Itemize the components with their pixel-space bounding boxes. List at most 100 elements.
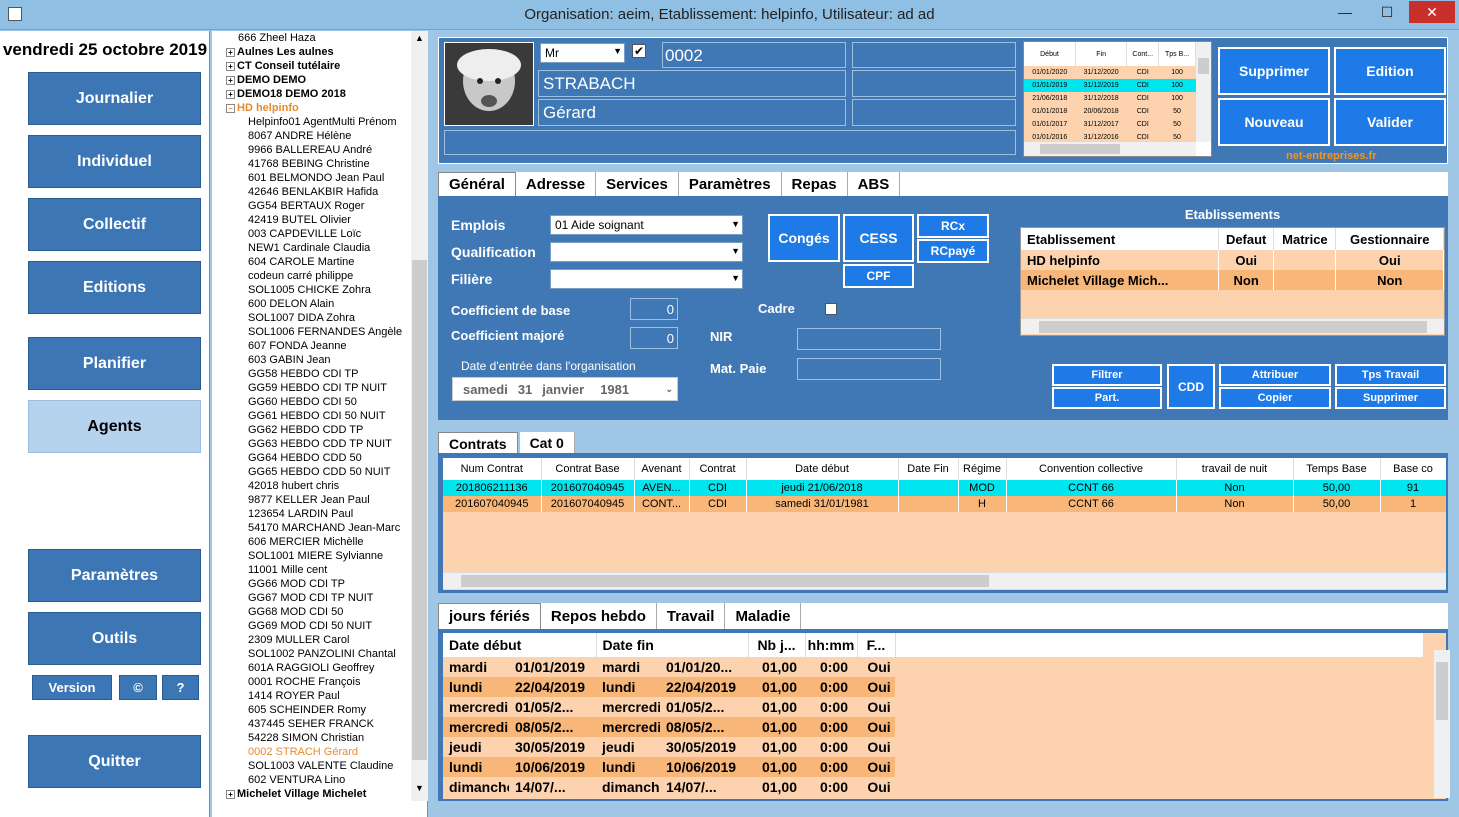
tree-item[interactable]: GG68 MOD CDI 50: [248, 605, 343, 619]
net-entreprises-link[interactable]: net-entreprises.fr: [1286, 150, 1376, 162]
tree-item[interactable]: 11001 Mille cent: [248, 563, 327, 577]
expand-icon[interactable]: +: [226, 89, 235, 99]
tree-item[interactable]: GG62 HEBDO CDD TP: [248, 423, 363, 437]
contracts-hscroll[interactable]: [443, 572, 1446, 589]
tree-item[interactable]: Helpinfo01 AgentMulti Prénom: [248, 115, 397, 129]
attribuer-button[interactable]: Attribuer: [1219, 364, 1331, 386]
tree-item[interactable]: 602 VENTURA Lino: [248, 773, 345, 787]
tree-item[interactable]: 123654 LARDIN Paul: [248, 507, 353, 521]
etab-row[interactable]: HD helpinfo Oui Oui: [1021, 250, 1444, 270]
tree-item[interactable]: SOL1006 FERNANDES Angèle: [248, 325, 402, 339]
help-button[interactable]: ?: [162, 675, 199, 700]
expand-icon[interactable]: +: [226, 47, 235, 57]
expand-icon[interactable]: +: [226, 75, 235, 85]
etab-row[interactable]: Michelet Village Mich... Non Non: [1021, 270, 1444, 290]
tree-item[interactable]: GG69 MOD CDI 50 NUIT: [248, 619, 372, 633]
etab-hscroll[interactable]: [1021, 318, 1444, 334]
holidays-vscroll[interactable]: [1434, 650, 1450, 798]
etab-supprimer-button[interactable]: Supprimer: [1335, 387, 1446, 409]
copier-button[interactable]: Copier: [1219, 387, 1331, 409]
expand-icon[interactable]: +: [226, 789, 235, 799]
header-field-1[interactable]: [852, 42, 1016, 68]
tree-item[interactable]: NEW1 Cardinale Claudia: [248, 241, 370, 255]
minimize-button[interactable]: —: [1325, 1, 1365, 23]
contract-row[interactable]: 201607040945 201607040945 CONT... CDI samedi…: [443, 496, 1446, 512]
tree-item[interactable]: GG66 MOD CDI TP: [248, 577, 345, 591]
tree-item[interactable]: 600 DELON Alain: [248, 297, 334, 311]
holiday-row[interactable]: lundi 10/06/2019 lundi 10/06/2019 01,00 0:00 O…: [443, 757, 1423, 777]
rcpaye-button[interactable]: RCpayé: [917, 239, 989, 263]
holidays-vscroll-thumb[interactable]: [1436, 662, 1448, 720]
tree-item[interactable]: GG58 HEBDO CDI TP: [248, 367, 358, 381]
tree-item[interactable]: GG63 HEBDO CDD TP NUIT: [248, 437, 392, 451]
tree-item[interactable]: GG65 HEBDO CDD 50 NUIT: [248, 465, 390, 479]
expand-icon[interactable]: +: [226, 61, 235, 71]
coef-major-field[interactable]: 0: [630, 327, 678, 349]
tree-item[interactable]: 9966 BALLEREAU André: [248, 143, 372, 157]
tab-travail[interactable]: Travail: [657, 603, 726, 629]
tree-scroll-up-icon[interactable]: ▲: [412, 33, 427, 45]
close-button[interactable]: ✕: [1409, 1, 1455, 23]
collapse-icon[interactable]: −: [226, 103, 235, 113]
nav-agents[interactable]: Agents: [28, 400, 201, 453]
tree-item[interactable]: SOL1003 VALENTE Claudine: [248, 759, 393, 773]
nav-collectif[interactable]: Collectif: [28, 198, 201, 251]
tps-travail-button[interactable]: Tps Travail: [1335, 364, 1446, 386]
tab-jours-f-ri-s[interactable]: jours fériés: [438, 603, 541, 629]
tree-item[interactable]: 9877 KELLER Jean Paul: [248, 493, 370, 507]
part-button[interactable]: Part.: [1052, 387, 1162, 409]
mini-row[interactable]: 01/01/2017 31/12/2017 CDI 50: [1024, 118, 1196, 131]
mini-row[interactable]: 01/01/2019 31/12/2019 CDI 100: [1024, 79, 1196, 92]
tree-item[interactable]: GG67 MOD CDI TP NUIT: [248, 591, 374, 605]
tree-group[interactable]: − HD helpinfo: [226, 101, 299, 115]
cdd-button[interactable]: CDD: [1167, 364, 1215, 409]
tree-item[interactable]: GG61 HEBDO CDI 50 NUIT: [248, 409, 386, 423]
tab-abs[interactable]: ABS: [848, 172, 901, 196]
active-checkbox[interactable]: ✔: [632, 44, 646, 58]
agent-extra-field[interactable]: [444, 130, 1016, 155]
version-button[interactable]: Version: [32, 675, 112, 700]
agent-firstname-field[interactable]: Gérard: [538, 99, 846, 126]
holiday-row[interactable]: jeudi 30/05/2019 jeudi 30/05/2019 01,00 0:00 O…: [443, 737, 1423, 757]
nav-individuel[interactable]: Individuel: [28, 135, 201, 188]
mini-grid-vthumb[interactable]: [1198, 58, 1209, 74]
tree-item[interactable]: SOL1001 MIERE Sylvianne: [248, 549, 383, 563]
tree-group[interactable]: + Aulnes Les aulnes: [226, 45, 334, 59]
new-button[interactable]: Nouveau: [1218, 98, 1330, 146]
filtrer-button[interactable]: Filtrer: [1052, 364, 1162, 386]
holiday-row[interactable]: mercredi 08/05/2... mercredi 08/05/2... 01,0…: [443, 717, 1423, 737]
tab-repas[interactable]: Repas: [782, 172, 848, 196]
cess-button[interactable]: CESS: [843, 214, 914, 262]
nav-parametres[interactable]: Paramètres: [28, 549, 201, 602]
mini-grid-vscroll[interactable]: [1196, 42, 1211, 142]
nav-quitter[interactable]: Quitter: [28, 735, 201, 788]
tree-item[interactable]: SOL1007 DIDA Zohra: [248, 311, 355, 325]
tree-item[interactable]: 54228 SIMON Christian: [248, 731, 364, 745]
tree-item[interactable]: GG59 HEBDO CDI TP NUIT: [248, 381, 387, 395]
tree-item[interactable]: 604 CAROLE Martine: [248, 255, 354, 269]
cpf-button[interactable]: CPF: [843, 264, 914, 288]
tree-item[interactable]: 54170 MARCHAND Jean-Marc: [248, 521, 400, 535]
matpaie-field[interactable]: [797, 358, 941, 380]
holiday-row[interactable]: mardi 01/01/2019 mardi 01/01/20... 01,00 0:00…: [443, 657, 1423, 677]
tree-item[interactable]: 601 BELMONDO Jean Paul: [248, 171, 384, 185]
tab-adresse[interactable]: Adresse: [516, 172, 597, 196]
maximize-button[interactable]: ☐: [1367, 1, 1407, 23]
tree-item[interactable]: 607 FONDA Jeanne: [248, 339, 346, 353]
tree-item[interactable]: 601A RAGGIOLI Geoffrey: [248, 661, 374, 675]
tree-item[interactable]: 0001 ROCHE François: [248, 675, 361, 689]
conges-button[interactable]: Congés: [768, 214, 840, 262]
tree-item[interactable]: SOL1002 PANZOLINI Chantal: [248, 647, 396, 661]
mini-grid-hthumb[interactable]: [1040, 144, 1120, 154]
tab-cat-0[interactable]: Cat 0: [519, 432, 575, 454]
tree-item[interactable]: 42018 hubert chris: [248, 479, 339, 493]
header-field-3[interactable]: [852, 99, 1016, 126]
tree-item[interactable]: SOL1005 CHICKE Zohra: [248, 283, 371, 297]
tree-item[interactable]: GG60 HEBDO CDI 50: [248, 395, 357, 409]
mini-row[interactable]: 01/01/2020 31/12/2020 CDI 100: [1024, 66, 1196, 79]
date-entry-picker[interactable]: samedi 31 janvier 1981 ⌄: [452, 377, 678, 401]
emplois-select[interactable]: 01 Aide soignant ▼: [550, 215, 743, 235]
holiday-row[interactable]: lundi 22/04/2019 lundi 22/04/2019 01,00 0:00 O…: [443, 677, 1423, 697]
header-field-2[interactable]: [852, 70, 1016, 97]
nav-journalier[interactable]: Journalier: [28, 72, 201, 125]
